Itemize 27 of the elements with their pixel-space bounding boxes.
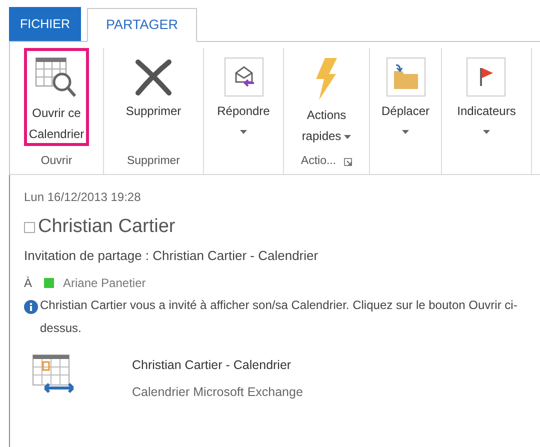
recipient-name[interactable]: Ariane Panetier	[63, 274, 146, 292]
message-subject: Invitation de partage : Christian Cartier - Calendrier	[24, 247, 318, 265]
group-label: Ouvrir	[40, 154, 72, 170]
ribbon-button[interactable]: Répondre	[212, 48, 275, 146]
ribbon-tab[interactable]: PARTAGER	[87, 8, 198, 42]
flag-icon	[466, 57, 506, 97]
attachment-subtitle: Calendrier Microsoft Exchange	[132, 384, 303, 401]
message-date: Lun 16/12/2013 19:28	[24, 189, 141, 206]
ribbon-button[interactable]: Indicateurs	[452, 48, 521, 146]
info-message: Christian Cartier vous a invité à afficher son/sa Calendrier. Cliquez sur le bouton Ouvrir ci-dessus.	[40, 297, 518, 337]
folder-icon	[386, 57, 426, 97]
ribbon-button[interactable]: Déplacer	[376, 48, 435, 146]
to-label: À	[24, 275, 32, 292]
dialog-launcher-icon[interactable]	[344, 158, 352, 166]
ribbon-button[interactable]: Actions rapides	[296, 48, 356, 146]
sender-name: Christian Cartier	[38, 215, 176, 239]
info-icon	[24, 300, 38, 314]
ribbon-button[interactable]: Ouvrir ce Calendrier	[24, 48, 90, 146]
shared-calendar-icon[interactable]	[32, 354, 76, 396]
cross-icon	[133, 57, 174, 97]
group-label: Actio...	[300, 154, 336, 170]
group-label: Supprimer	[126, 154, 180, 170]
attachment-title: Christian Cartier - Calendrier	[132, 357, 292, 374]
checkbox[interactable]	[24, 222, 35, 232]
ribbon-button[interactable]: Supprimer	[120, 48, 186, 146]
calendar-search-icon	[34, 57, 78, 99]
ribbon-tab[interactable]: FICHIER	[9, 7, 81, 41]
